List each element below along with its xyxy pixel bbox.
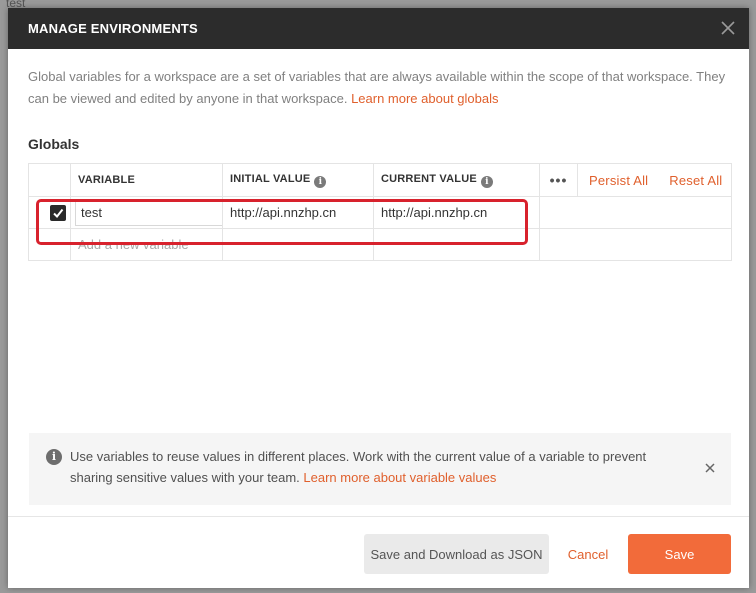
checkbox-column-header [28,163,71,197]
row-actions-cell [539,196,732,229]
globals-table: VARIABLE INITIAL VALUE i CURRENT VALUE i •… [28,163,732,261]
more-options-icon[interactable]: ••• [541,164,578,196]
save-button[interactable]: Save [628,534,731,574]
manage-environments-modal: MANAGE ENVIRONMENTS Global variables for… [8,8,749,588]
current-value-column-header: CURRENT VALUE i [373,163,540,197]
cancel-button[interactable]: Cancel [558,534,618,574]
initial-value-cell[interactable]: http://api.nnzhp.cn [222,196,374,229]
table-header-row: VARIABLE INITIAL VALUE i CURRENT VALUE i •… [28,163,732,197]
variables-notice: i Use variables to reuse values in diffe… [29,433,731,505]
new-initial-value-cell[interactable] [222,228,374,261]
table-row: http://api.nnzhp.cn http://api.nnzhp.cn [28,196,732,229]
info-icon: i [46,449,62,465]
variable-column-header: VARIABLE [70,163,223,197]
add-new-variable-placeholder: Add a new variable [78,237,189,252]
persist-all-button[interactable]: Persist All [589,173,648,188]
dismiss-notice-icon[interactable] [703,461,717,475]
globals-description: Global variables for a workspace are a s… [28,66,733,110]
new-variable-row: Add a new variable [28,228,732,261]
notice-message: Use variables to reuse values in differe… [70,446,690,488]
initial-value-text: http://api.nnzhp.cn [230,205,337,220]
learn-more-globals-link[interactable]: Learn more about globals [351,91,498,106]
learn-more-variable-values-link[interactable]: Learn more about variable values [303,470,496,485]
globals-heading: Globals [28,136,80,152]
variable-name-input[interactable] [75,199,222,226]
checkmark-icon [53,208,64,218]
modal-footer: Save and Download as JSON Cancel Save [8,516,749,588]
new-row-actions-cell [539,228,732,261]
new-variable-cell[interactable]: Add a new variable [70,228,223,261]
modal-title: MANAGE ENVIRONMENTS [28,21,198,36]
initial-value-column-header: INITIAL VALUE i [222,163,374,197]
info-icon[interactable]: i [480,175,493,188]
modal-header: MANAGE ENVIRONMENTS [8,8,749,49]
reset-all-button[interactable]: Reset All [669,173,722,188]
new-current-value-cell[interactable] [373,228,540,261]
current-value-cell[interactable]: http://api.nnzhp.cn [373,196,540,229]
close-icon[interactable] [717,17,739,39]
table-actions-header: ••• Persist All Reset All [539,163,732,197]
save-and-download-json-button[interactable]: Save and Download as JSON [364,534,549,574]
current-value-text: http://api.nnzhp.cn [381,205,488,220]
variable-cell [70,196,223,229]
info-icon[interactable]: i [314,175,327,188]
new-row-checkbox-cell [28,228,71,261]
row-checkbox-cell [28,196,71,229]
enable-variable-checkbox[interactable] [50,204,66,221]
